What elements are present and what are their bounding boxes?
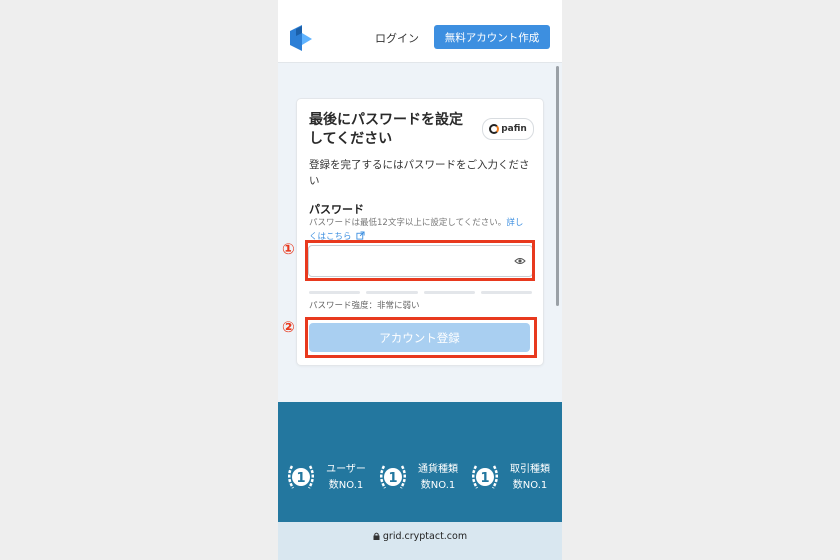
stat-text: 通貨種類 数NO.1 bbox=[418, 464, 458, 491]
browser-url-bar[interactable]: grid.cryptact.com bbox=[278, 522, 562, 560]
login-link[interactable]: ログイン bbox=[375, 30, 419, 46]
svg-text:1: 1 bbox=[388, 471, 397, 486]
strength-segment bbox=[309, 291, 361, 294]
external-link-icon bbox=[356, 231, 365, 240]
strength-segment bbox=[480, 291, 532, 294]
password-input-highlight bbox=[305, 240, 535, 281]
ranking-banner: 1 ユーザー 数NO.1 1 通貨種類 数NO.1 1 取引種類 数NO.1 bbox=[278, 402, 562, 522]
strength-segment bbox=[366, 291, 418, 294]
laurel-badge-icon: 1 bbox=[472, 465, 498, 489]
stat-currencies: 1 通貨種類 数NO.1 bbox=[376, 460, 466, 496]
password-strength-meter bbox=[309, 291, 532, 294]
pafin-logo-text: pafin bbox=[501, 124, 527, 134]
laurel-badge-icon: 1 bbox=[288, 465, 314, 489]
url-text: grid.cryptact.com bbox=[382, 531, 468, 542]
page-title: 最後にパスワードを設定してください bbox=[309, 112, 463, 147]
cryptact-logo-icon[interactable] bbox=[288, 25, 312, 51]
stat-text: ユーザー 数NO.1 bbox=[326, 464, 366, 491]
scrollbar[interactable] bbox=[556, 66, 559, 306]
laurel-badge-icon: 1 bbox=[380, 465, 406, 489]
stat-users: 1 ユーザー 数NO.1 bbox=[284, 460, 374, 496]
stat-trade-types: 1 取引種類 数NO.1 bbox=[468, 460, 558, 496]
pafin-logo: pafin bbox=[482, 118, 534, 140]
stat-text: 取引種類 数NO.1 bbox=[510, 464, 550, 491]
instruction-text: 登録を完了するにはパスワードをご入力ください bbox=[309, 159, 530, 187]
svg-text:1: 1 bbox=[296, 471, 305, 486]
step-marker-2: ② bbox=[282, 318, 295, 336]
password-label: パスワード bbox=[309, 203, 364, 216]
pafin-logo-icon bbox=[489, 124, 500, 134]
step-marker-1: ① bbox=[282, 240, 295, 258]
password-strength-text: パスワード強度：非常に弱い bbox=[309, 301, 420, 311]
lock-icon bbox=[373, 532, 380, 540]
register-button-highlight bbox=[305, 317, 537, 358]
strength-segment bbox=[423, 291, 475, 294]
signup-button[interactable]: 無料アカウント作成 bbox=[434, 25, 550, 49]
svg-text:1: 1 bbox=[480, 471, 489, 486]
url-display: grid.cryptact.com bbox=[278, 531, 562, 542]
password-hint-text: パスワードは最低12文字以上に設定してください。 bbox=[309, 218, 507, 228]
top-header: ログイン 無料アカウント作成 bbox=[278, 0, 562, 63]
